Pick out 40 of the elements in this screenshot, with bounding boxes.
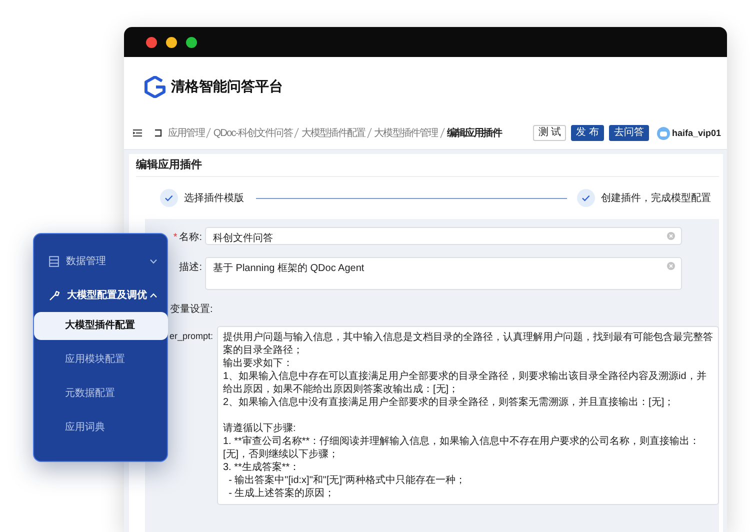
field-label: 描述: [179,262,202,273]
menu-item[interactable]: 大模型插件配置 [34,312,168,340]
user-name[interactable]: haifa_vip01 [672,128,721,138]
prompt-input[interactable]: 提供用户问题与输入信息，其中输入信息是文档目录的全路径，认真理解用户问题，找到最有可能包含最完整答案的目录全路径； 输出要求如下： 1、如果输入信息中存在可以直接满足用户全部要求的目录全路径，则要求输出该目录全路径内容及溯源id，并给出原因，如果不能给出原因则答案改输出成：[无]； 2、如果输入信息中没有直接满足用户全部要求的目录全路径，则答案无需溯源，并且直接输出：[无]； 请遵循以下步骤: 1. **审查公司名称**：仔细阅读并理解输入信息，如果输入信息中不存在用户要求的公司名称，则直接输出：[无]，否则继续以下步骤； 3. **生成答案**： - 输出答案中"[id:x]"和"[无]"两种格式中只能存在一种； - 生成上述答案的原因； [217,326,719,505]
menu-item[interactable]: 应用词典 [34,414,167,442]
slash-separator-icon [367,128,372,138]
app-title: 清格智能问答平台 [171,78,283,96]
slash-separator-icon [440,128,445,138]
menu-group[interactable]: 大模型配置及调优 [34,278,167,312]
section-label: 变量设置: [169,302,214,316]
step-label: 创建插件，完成模型配置 [601,192,711,205]
wrench-icon [49,290,60,300]
breadcrumb-link[interactable]: QDoc-科创文件问答 [213,126,292,140]
slash-separator-icon [206,128,212,138]
field-label: 名称: [179,232,202,243]
action-button[interactable]: 去问答 [608,125,649,141]
field-label: er_prompt: [168,330,214,341]
list-icon [49,256,59,266]
required-mark: * [173,232,178,243]
action-button[interactable]: 测 试 [533,125,566,141]
back-icon[interactable] [154,129,162,137]
breadcrumb-link[interactable]: 大模型插件管理 [374,126,438,140]
slash-separator-icon [294,128,300,138]
card-title: 编辑应用插件 [136,154,719,177]
breadcrumb-link[interactable]: 大模型插件配置 [301,126,366,140]
breadcrumb-link[interactable]: 应用管理 [168,126,204,140]
chevron-down-icon [150,258,157,264]
menu-item[interactable]: 应用模块配置 [34,346,167,374]
step-label: 选择插件模版 [184,192,244,205]
chevron-up-icon [150,292,157,298]
logo-icon [144,76,166,98]
zoom-dot[interactable] [186,36,197,48]
name-input[interactable]: 科创文件问答 [205,227,682,245]
minimize-dot[interactable] [166,36,177,48]
close-dot[interactable] [146,36,157,48]
description-input[interactable]: 基于 Planning 框架的 QDoc Agent [205,257,682,290]
action-button[interactable]: 发 布 [571,125,604,141]
menu-icon[interactable] [133,129,142,137]
menu-item[interactable]: 元数据配置 [34,380,167,408]
menu-group[interactable]: 数据管理 [34,244,167,278]
